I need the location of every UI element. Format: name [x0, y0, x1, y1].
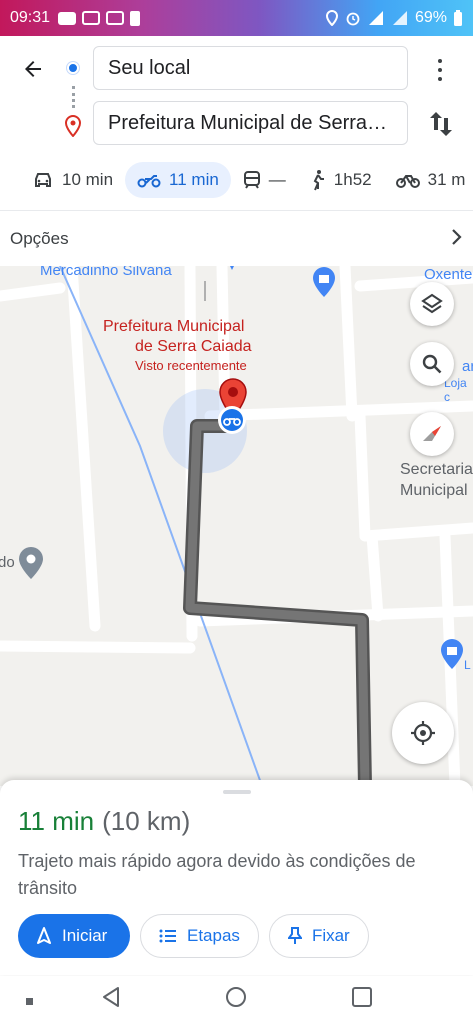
poi-oxente[interactable]: Oxente: [424, 266, 472, 283]
list-icon: [159, 929, 176, 943]
poi-mercadinho[interactable]: Mercadinho Silvana: [40, 266, 172, 279]
pin-icon: [287, 927, 302, 944]
battery-icon: [454, 9, 462, 26]
layers-icon: [421, 293, 443, 314]
place-pin-icon[interactable]: [18, 546, 44, 584]
location-icon: [325, 10, 338, 26]
arrow-back-icon: [25, 61, 41, 77]
poi-right-label-3: L: [464, 658, 471, 672]
youtube-icon: [58, 11, 77, 25]
destination-subtitle: Visto recentemente: [135, 358, 247, 373]
my-location-icon: [411, 721, 435, 745]
mode-motorcycle-time: 11 min: [169, 170, 219, 189]
eta-distance: (10 km): [102, 806, 191, 836]
mode-bike-time: 31 m: [427, 170, 466, 189]
my-location-button[interactable]: [392, 702, 454, 764]
start-label: Iniciar: [62, 926, 108, 945]
compass-icon: [423, 426, 442, 441]
directions-header: Seu local Prefeitura Municipal de Serra……: [0, 36, 473, 264]
swap-locations-button[interactable]: [426, 108, 456, 140]
transit-icon: [243, 170, 261, 190]
shopping-poi-icon[interactable]: [312, 266, 336, 302]
navigation-arrow-icon: [37, 927, 51, 944]
chevron-right-icon: [451, 226, 463, 252]
mode-car[interactable]: 10 min: [20, 162, 125, 198]
travel-modes: 10 min 11 min — 1h52 31 m: [0, 158, 473, 202]
back-button[interactable]: [18, 54, 48, 84]
signal-icon: [368, 11, 383, 25]
destination-pin-icon: [64, 114, 82, 142]
motorcycle-position-icon: [216, 404, 248, 440]
destination-input[interactable]: Prefeitura Municipal de Serra…: [93, 101, 408, 145]
alarm-icon: [346, 12, 360, 26]
origin-dot-icon: [67, 62, 79, 74]
mode-car-time: 10 min: [62, 170, 114, 189]
origin-input[interactable]: Seu local: [93, 46, 408, 90]
gallery-icon: [82, 11, 101, 25]
system-navigation-bar: [0, 976, 473, 1024]
mode-transit[interactable]: —: [231, 162, 298, 198]
poi-secretaria-line1[interactable]: Secretaria: [400, 461, 473, 479]
route-eta: 11 min (10 km): [18, 806, 190, 837]
mode-transit-time: —: [268, 170, 286, 189]
start-button[interactable]: Iniciar: [18, 914, 130, 958]
car-icon: [32, 171, 54, 189]
route-dots-connector: [72, 86, 75, 108]
battery-saver-icon: [130, 10, 141, 26]
signal-icon-2: [392, 11, 407, 25]
status-notification-icons: [58, 10, 141, 26]
mode-bike[interactable]: 31 m: [384, 162, 473, 198]
poi-right-sublabel: Loja c: [444, 376, 467, 404]
pin-button[interactable]: Fixar: [268, 914, 369, 958]
mode-walk-time: 1h52: [333, 170, 372, 189]
poi-marker-icon: [226, 266, 238, 275]
poi-secretaria-line2[interactable]: Municipal: [400, 482, 468, 500]
options-label: Opções: [10, 228, 69, 248]
home-nav-icon[interactable]: [225, 986, 247, 1013]
steps-label: Etapas: [187, 926, 240, 945]
more-options-button[interactable]: [428, 56, 452, 84]
eta-time: 11 min: [18, 806, 95, 836]
destination-title-line1[interactable]: Prefeitura Municipal: [103, 318, 244, 336]
destination-title-line2[interactable]: de Serra Caiada: [135, 338, 252, 356]
mode-walk[interactable]: 1h52: [298, 162, 384, 198]
pin-label: Fixar: [311, 926, 350, 945]
status-bar: 09:31 69%: [0, 0, 473, 36]
sheet-drag-handle[interactable]: [223, 790, 251, 794]
motorcycle-icon: [137, 172, 161, 188]
layers-button[interactable]: [410, 282, 454, 326]
compass-button[interactable]: [410, 412, 454, 456]
options-row[interactable]: Opções: [0, 210, 473, 266]
translate-icon: [106, 11, 125, 25]
route-description: Trajeto mais rápido agora devido às cond…: [18, 851, 416, 898]
sheet-actions: Iniciar Etapas Fixar: [18, 914, 369, 958]
swap-vertical-icon: [430, 112, 452, 136]
walk-icon: [310, 169, 326, 191]
menu-dot-icon[interactable]: [26, 993, 34, 1011]
search-along-route-button[interactable]: [410, 342, 454, 386]
poi-right-label[interactable]: ar: [462, 358, 473, 375]
search-icon: [422, 354, 442, 374]
mode-motorcycle[interactable]: 11 min: [125, 162, 231, 198]
map-view[interactable]: Mercadinho Silvana Oxente Prefeitura Mun…: [0, 266, 473, 786]
steps-button[interactable]: Etapas: [140, 914, 259, 958]
battery-percent: 69%: [414, 9, 447, 26]
route-bottom-sheet[interactable]: 11 min (10 km) Trajeto mais rápido agora …: [0, 780, 473, 975]
recents-nav-icon[interactable]: [351, 986, 373, 1013]
bike-icon: [395, 172, 420, 188]
shopping-poi-icon-2[interactable]: [440, 638, 464, 674]
status-time: 09:31: [10, 9, 51, 26]
back-nav-icon[interactable]: [100, 986, 122, 1013]
poi-left-label: do: [0, 554, 15, 571]
